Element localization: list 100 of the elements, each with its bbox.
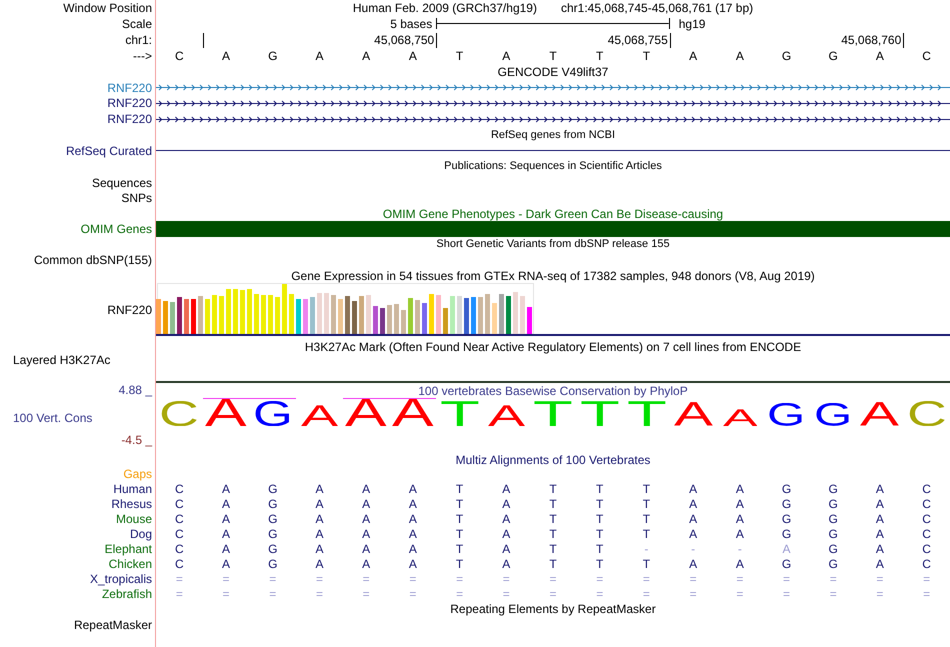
track-label[interactable]: Sequences: [92, 176, 152, 188]
alignment-base: A: [408, 528, 417, 540]
base-letter: G: [828, 50, 838, 62]
coordinate-label: 45,068,755: [608, 34, 668, 46]
track-label[interactable]: RepeatMasker: [74, 618, 152, 630]
species-label[interactable]: Mouse: [116, 512, 152, 524]
base-letter: T: [549, 50, 557, 62]
track-label[interactable]: Layered H3K27Ac: [13, 354, 110, 366]
track-label[interactable]: RNF220: [107, 97, 152, 109]
expression-bar: [198, 296, 203, 334]
logo-letter: T: [533, 400, 573, 426]
track-label[interactable]: SNPs: [121, 192, 152, 204]
expression-bar: [324, 293, 329, 334]
alignment-base: C: [922, 512, 931, 524]
alignment-base: A: [315, 482, 324, 494]
species-label[interactable]: Dog: [130, 528, 152, 540]
track-label[interactable]: 100 Vert. Cons: [13, 412, 92, 424]
expression-bar: [520, 296, 525, 334]
base-letter: C: [922, 50, 931, 62]
species-label[interactable]: Human: [113, 482, 152, 494]
alignment-base: A: [408, 498, 417, 510]
alignment-base: A: [502, 498, 510, 510]
alignment-base: T: [456, 482, 464, 494]
track-title: Gene Expression in 54 tissues from GTEx RNA-seq of 17382 samples, 948 donors (V8, Aug 2019): [291, 270, 815, 282]
alignment-base: T: [642, 512, 650, 524]
ruler-tick: [436, 32, 438, 48]
expression-bar: [513, 292, 518, 334]
assembly-name: Human Feb. 2009 (GRCh37/hg19): [352, 2, 537, 14]
coordinate-label: 45,068,760: [841, 34, 902, 46]
alignment-base: G: [782, 558, 792, 570]
alignment-base: T: [596, 528, 604, 540]
track-title: GENCODE V49lift37: [498, 66, 608, 78]
alignment-base: =: [316, 588, 323, 600]
expression-bar: [499, 294, 504, 334]
expression-bar: [177, 297, 182, 334]
track-label[interactable]: RNF220: [107, 82, 152, 94]
logo-letter: T: [580, 400, 620, 426]
alignment-base: T: [549, 482, 557, 494]
expression-bar: [163, 301, 168, 334]
alignment-base: A: [315, 512, 324, 524]
axis-label: 4.88 _: [118, 384, 152, 396]
expression-bar: [387, 305, 392, 334]
alignment-base: =: [316, 572, 323, 584]
alignment-base: T: [642, 528, 650, 540]
alignment-base: G: [828, 482, 838, 494]
alignment-base: G: [268, 542, 278, 554]
alignment-base: =: [269, 588, 276, 600]
alignment-base: T: [596, 512, 604, 524]
species-label[interactable]: X_tropicalis: [90, 572, 152, 584]
species-label[interactable]: Zebrafish: [102, 588, 152, 600]
gene-feature[interactable]: [156, 114, 950, 124]
expression-bar: [429, 294, 434, 334]
logo-letter: T: [626, 400, 666, 426]
alignment-base: C: [175, 528, 184, 540]
alignment-base: =: [549, 588, 556, 600]
alignment-base: =: [502, 572, 510, 584]
track-label[interactable]: RefSeq Curated: [66, 144, 152, 156]
alignment-base: T: [549, 512, 557, 524]
track-label[interactable]: OMIM Genes: [80, 223, 152, 235]
alignment-base: G: [268, 558, 278, 570]
expression-bar: [373, 306, 378, 334]
ruler-tick: [670, 32, 671, 48]
gene-feature[interactable]: [156, 98, 950, 108]
track-label[interactable]: RNF220: [107, 113, 152, 125]
alignment-base: =: [456, 588, 464, 600]
alignment-base: G: [268, 498, 278, 510]
expression-bar: [338, 299, 343, 334]
track-title: Short Genetic Variants from dbSNP release 155: [436, 239, 670, 250]
alignment-base: T: [456, 498, 464, 510]
alignment-base: =: [456, 572, 464, 584]
assembly-label: hg19: [678, 18, 706, 30]
expression-bar: [156, 299, 161, 334]
alignment-base: G: [268, 482, 278, 494]
alignment-base: C: [922, 498, 931, 510]
alignment-base: T: [596, 558, 604, 570]
species-label[interactable]: Elephant: [104, 542, 152, 554]
species-label[interactable]: Rhesus: [111, 498, 152, 510]
expression-bar: [366, 295, 371, 334]
track-label[interactable]: Common dbSNP(155): [34, 254, 152, 266]
alignment-base: A: [736, 528, 744, 540]
expression-bar: [478, 297, 483, 334]
alignment-base: =: [690, 572, 697, 584]
alignment-base: T: [642, 482, 650, 494]
alignment-base: G: [782, 498, 792, 510]
species-label[interactable]: Chicken: [108, 558, 152, 570]
alignment-base: T: [456, 528, 464, 540]
base-letter: T: [596, 50, 604, 62]
alignment-base: A: [222, 482, 230, 494]
base-letter: A: [736, 50, 744, 62]
alignment-base: A: [222, 528, 230, 540]
expression-bar: [296, 299, 301, 334]
alignment-base: =: [736, 588, 744, 600]
alignment-base: A: [502, 512, 510, 524]
expression-bar: [212, 295, 217, 334]
logo-letter: T: [440, 400, 480, 426]
alignment-base: =: [736, 572, 744, 584]
track-label[interactable]: RNF220: [107, 304, 152, 316]
base-letter: A: [408, 50, 417, 62]
alignment-base: =: [830, 572, 837, 584]
expression-bar: [359, 296, 364, 334]
